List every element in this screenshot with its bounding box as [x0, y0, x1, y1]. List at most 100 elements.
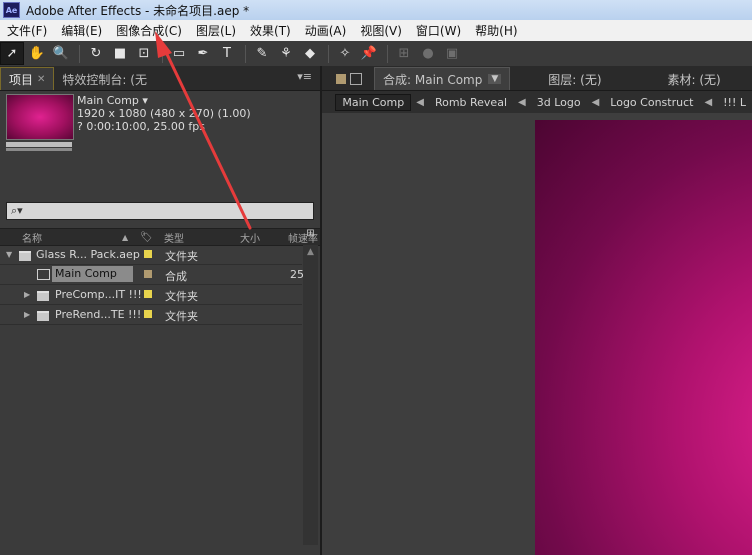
chevron-down-icon[interactable]: ▼	[488, 74, 502, 84]
collapse-triangle-icon[interactable]: ▼	[6, 250, 12, 259]
label-color-swatch[interactable]	[144, 250, 152, 258]
window-title: Adobe After Effects - 未命名项目.aep *	[26, 3, 250, 18]
menu-window[interactable]: 窗口(W)	[409, 22, 468, 39]
folder-icon	[37, 291, 49, 301]
comp-duration: ? 0:00:10:00, 25.00 fps	[77, 120, 206, 133]
composition-navigator: Main Comp ◀ Romb Reveal ◀ 3d Logo ◀ Logo…	[322, 91, 752, 113]
brush-icon[interactable]: ✎	[251, 43, 273, 64]
flow-romb-reveal[interactable]: Romb Reveal	[429, 96, 513, 109]
viewer-tab-icons	[322, 68, 374, 90]
after-effects-logo-icon: Ae	[3, 2, 20, 18]
vertical-scrollbar[interactable]: ▲	[303, 245, 318, 545]
item-name: Main Comp	[52, 266, 133, 282]
tab-footage[interactable]: 素材: (无)	[660, 68, 729, 90]
text-icon[interactable]: T	[216, 43, 238, 64]
list-item[interactable]: ▶ PreComp...IT !!! 文件夹	[0, 285, 302, 305]
flowchart-icon[interactable]: ⊞	[303, 228, 318, 244]
thumbnail-bar	[6, 142, 72, 147]
zoom-icon[interactable]: 🔍	[50, 43, 72, 64]
column-size[interactable]: 大小	[240, 230, 260, 245]
pen-icon[interactable]: ✒	[192, 43, 214, 64]
list-item[interactable]: ▶ PreRend...TE !!! 文件夹	[0, 305, 302, 325]
tab-layer-label: 图层: (无)	[548, 72, 602, 87]
lock-icon[interactable]	[350, 73, 362, 85]
close-icon[interactable]: ✕	[37, 74, 45, 85]
tab-effect-controls-label: 特效控制台: (无	[62, 72, 147, 87]
menu-effect[interactable]: 效果(T)	[243, 22, 298, 39]
column-name[interactable]: 名称	[22, 230, 42, 245]
roto-brush-icon[interactable]: ✧	[334, 43, 356, 64]
eraser-icon[interactable]: ◆	[299, 43, 321, 64]
label-color-swatch[interactable]	[144, 270, 152, 278]
search-icon[interactable]: ⌕▾	[11, 204, 23, 218]
menu-help[interactable]: 帮助(H)	[468, 22, 524, 39]
menu-animation[interactable]: 动画(A)	[298, 22, 354, 39]
clone-stamp-icon[interactable]: ⚘	[275, 43, 297, 64]
project-items: ▼ Glass R... Pack.aep 文件夹 Main Comp 合成 2…	[0, 245, 304, 325]
pan-behind-icon[interactable]: ⊡	[133, 43, 155, 64]
item-name: PreRend...TE !!!	[55, 308, 142, 321]
flow-next-comp[interactable]: !!! L	[717, 96, 752, 109]
item-type: 文件夹	[165, 310, 198, 323]
item-type: 合成	[165, 270, 187, 283]
composition-canvas[interactable]	[535, 120, 752, 555]
item-type: 文件夹	[165, 290, 198, 303]
menu-view[interactable]: 视图(V)	[353, 22, 409, 39]
comp-size: 1920 x 1080 (480 x 270) (1.00)	[77, 107, 251, 120]
puppet-pin-icon[interactable]: 📌	[358, 43, 380, 64]
folder-icon	[37, 311, 49, 321]
scroll-up-icon[interactable]: ▲	[303, 247, 318, 257]
project-panel: 项目 ✕ 特效控制台: (无 ▾≡ Main Comp ▾ 1920 x 108…	[0, 66, 322, 555]
search-input[interactable]: ⌕▾	[6, 202, 314, 220]
label-color-swatch[interactable]	[144, 310, 152, 318]
item-name: PreComp...IT !!!	[55, 288, 142, 301]
menu-layer[interactable]: 图层(L)	[189, 22, 243, 39]
label-tag-icon[interactable]: 🏷	[140, 232, 153, 243]
item-size: 25	[290, 268, 304, 281]
list-item[interactable]: Main Comp 合成 25	[0, 265, 304, 285]
list-item[interactable]: ▼ Glass R... Pack.aep 文件夹	[0, 245, 302, 265]
tab-project[interactable]: 项目 ✕	[0, 67, 55, 90]
menu-composition[interactable]: 图像合成(C)	[109, 22, 189, 39]
item-type: 文件夹	[165, 250, 198, 263]
rectangle-icon[interactable]: ▭	[168, 43, 190, 64]
comp-name[interactable]: Main Comp ▾	[77, 94, 251, 107]
axis-world-icon[interactable]: ●	[417, 43, 439, 64]
hand-icon[interactable]: ✋	[26, 43, 48, 64]
viewer-tabs: 合成: Main Comp ▼ 图层: (无) 素材: (无)	[322, 66, 752, 91]
label-color-swatch[interactable]	[144, 290, 152, 298]
sort-arrow-icon[interactable]: ▲	[122, 233, 128, 242]
flow-arrow-icon: ◀	[518, 96, 526, 108]
column-header: 名称 ▲ 🏷 类型 大小 帧速率	[0, 228, 320, 246]
expand-triangle-icon[interactable]: ▶	[24, 290, 30, 299]
expand-triangle-icon[interactable]: ▶	[24, 310, 30, 319]
camera-icon[interactable]: ■	[109, 43, 131, 64]
tab-effect-controls[interactable]: 特效控制台: (无	[54, 68, 155, 90]
menu-edit[interactable]: 编辑(E)	[54, 22, 109, 39]
axis-view-icon[interactable]: ▣	[441, 43, 463, 64]
thumbnail-bar-secondary	[6, 148, 72, 151]
toolbar-divider	[245, 44, 246, 63]
tab-layer[interactable]: 图层: (无)	[540, 68, 609, 90]
tab-composition[interactable]: 合成: Main Comp ▼	[374, 67, 511, 90]
axis-local-icon[interactable]: ⊞	[393, 43, 415, 64]
folder-icon	[19, 251, 31, 261]
flow-arrow-icon: ◀	[591, 96, 600, 108]
tab-footage-label: 素材: (无)	[667, 72, 721, 87]
flow-logo-construct[interactable]: Logo Construct	[604, 96, 699, 109]
column-type[interactable]: 类型	[164, 230, 184, 245]
selection-icon[interactable]: ➚	[0, 42, 24, 65]
panel-menu-icon[interactable]: ▾≡	[297, 70, 312, 83]
flow-3d-logo[interactable]: 3d Logo	[531, 96, 587, 109]
flow-arrow-icon: ◀	[416, 96, 424, 108]
comp-info: Main Comp ▾ 1920 x 1080 (480 x 270) (1.0…	[77, 94, 251, 133]
composition-icon	[37, 269, 50, 280]
rotate-icon[interactable]: ↻	[85, 43, 107, 64]
comp-color-icon	[336, 74, 346, 84]
menu-file[interactable]: 文件(F)	[0, 22, 54, 39]
item-name: Glass R... Pack.aep	[36, 248, 140, 261]
flow-main-comp[interactable]: Main Comp	[335, 93, 412, 111]
tab-project-label: 项目	[9, 72, 34, 87]
toolbar-divider	[387, 44, 388, 63]
toolbar-divider	[328, 44, 329, 63]
